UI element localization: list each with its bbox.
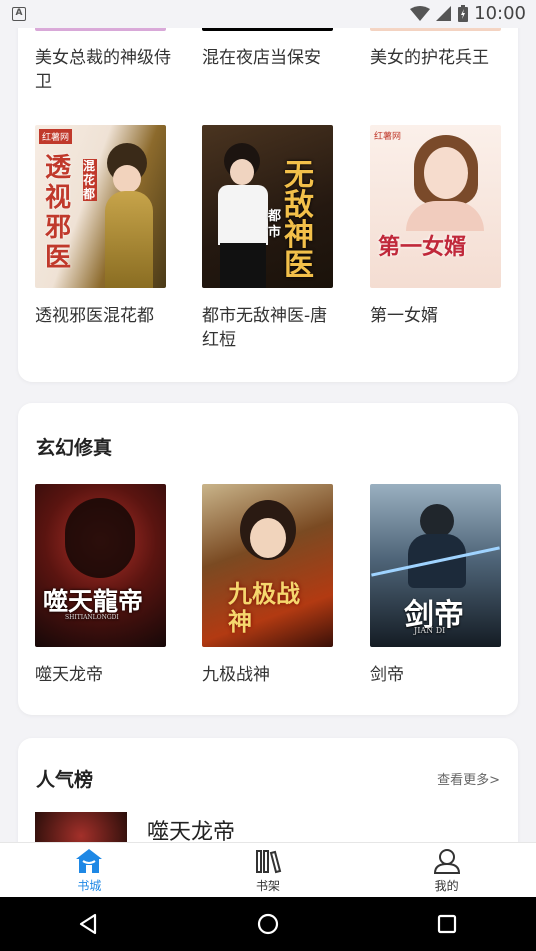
- notification-icon: A: [12, 7, 26, 21]
- nav-label: 书架: [256, 879, 281, 893]
- nav-label: 我的: [434, 879, 459, 893]
- popular-card: 人气榜 查看更多> 噬天龙帝: [18, 738, 518, 842]
- book-cover: 噬天龍帝 SHITIANLONGDI: [35, 484, 166, 647]
- book-title: 透视邪医混花都: [35, 306, 154, 326]
- clock: 10:00: [474, 3, 526, 24]
- profile-icon: [433, 849, 460, 874]
- back-icon[interactable]: [77, 912, 101, 936]
- bookshelf-icon: [256, 850, 282, 874]
- book-title: 混在夜店当保安: [202, 48, 321, 68]
- status-bar: A 10:00: [0, 0, 536, 28]
- wifi-icon: [410, 5, 431, 21]
- home-icon: [76, 849, 103, 873]
- section-title: 人气榜: [36, 769, 94, 791]
- book-cover: 红薯网 透视邪医 混花都: [35, 125, 166, 288]
- battery-icon: [458, 5, 469, 22]
- nav-bookshelf[interactable]: 书架: [179, 843, 358, 897]
- signal-icon: [436, 5, 452, 21]
- book-title: 都市无敌神医-唐红梪: [202, 306, 328, 350]
- bookstore-content[interactable]: 美女总裁的神级侍卫 混在夜店当保安 美女的护花兵王 红薯网 透视邪医 混花都 透…: [0, 0, 536, 842]
- book-item[interactable]: 红薯网 透视邪医 混花都 透视邪医混花都: [35, 125, 175, 328]
- bottom-nav: 书城 书架 我的: [0, 842, 536, 897]
- system-nav-bar: [0, 897, 536, 951]
- book-title: 九极战神: [202, 665, 270, 685]
- book-item[interactable]: 噬天龍帝 SHITIANLONGDI 噬天龙帝: [35, 484, 175, 687]
- book-item[interactable]: 无敌神医 都市 都市无敌神医-唐红梪: [202, 125, 342, 352]
- see-more-link[interactable]: 查看更多>: [437, 769, 500, 788]
- popular-book-cover[interactable]: [35, 812, 127, 842]
- book-cover: 剑帝 JIAN DI: [370, 484, 501, 647]
- book-title: 美女的护花兵王: [370, 48, 489, 68]
- nav-profile[interactable]: 我的: [357, 843, 536, 897]
- nav-label: 书城: [77, 879, 102, 893]
- book-title: 第一女婿: [370, 306, 438, 326]
- book-item[interactable]: 九极战神 九极战神: [202, 484, 342, 687]
- xuanhuan-card: 玄幻修真 噬天龍帝 SHITIANLONGDI 噬天龙帝 九极战神 九极战神 剑…: [18, 403, 518, 715]
- book-title: 噬天龙帝: [35, 665, 103, 685]
- popular-book-title[interactable]: 噬天龙帝: [147, 814, 235, 842]
- book-item[interactable]: 剑帝 JIAN DI 剑帝: [370, 484, 510, 687]
- book-title: 美女总裁的神级侍卫: [35, 48, 171, 92]
- recommend-card: 美女总裁的神级侍卫 混在夜店当保安 美女的护花兵王 红薯网 透视邪医 混花都 透…: [18, 0, 518, 382]
- recents-icon[interactable]: [435, 912, 459, 936]
- book-cover: 红薯网 第一女婿: [370, 125, 501, 288]
- book-title: 剑帝: [370, 665, 404, 685]
- book-cover: 九极战神: [202, 484, 333, 647]
- book-item[interactable]: 红薯网 第一女婿 第一女婿: [370, 125, 510, 328]
- home-button-icon[interactable]: [256, 912, 280, 936]
- nav-bookstore[interactable]: 书城: [0, 843, 179, 897]
- section-title: 玄幻修真: [36, 437, 113, 459]
- book-cover: 无敌神医 都市: [202, 125, 333, 288]
